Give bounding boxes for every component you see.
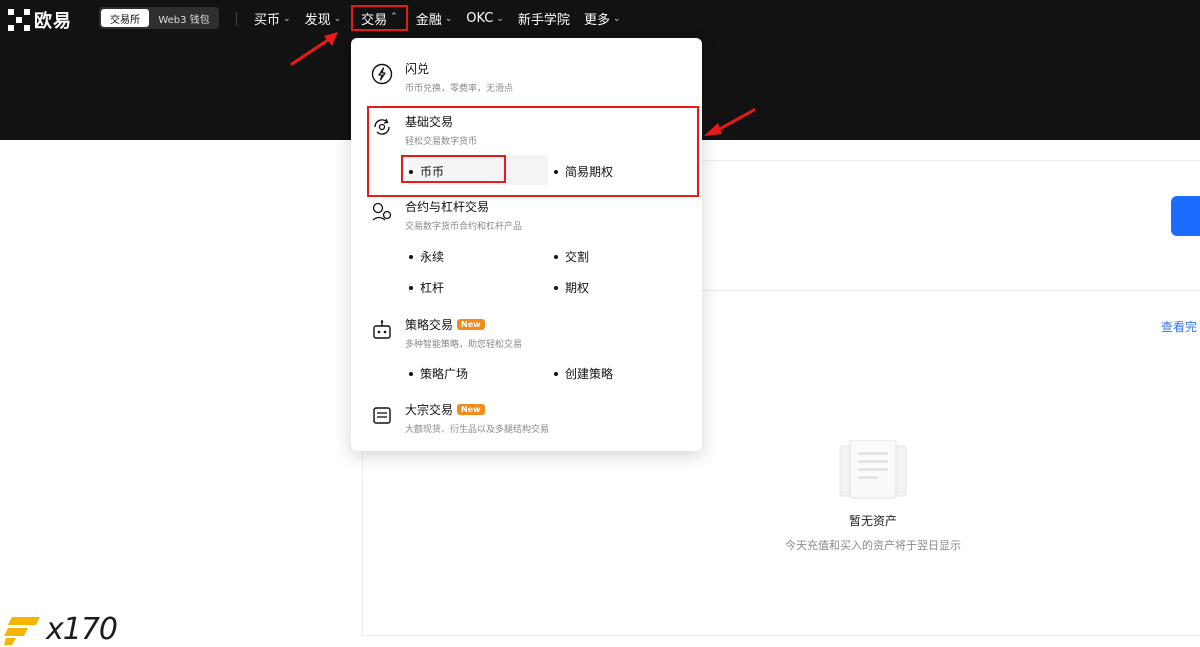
menu-item-label: 永续 [420,250,445,264]
section-desc: 交易数字货币合约和杠杆产品 [405,222,523,232]
new-badge: New [457,404,485,415]
trade-dropdown-menu: 闪兑 币币兑换，零费率，无滑点 基础交易 轻松交易数字货币 合约与杠杆交易 交易… [351,38,702,451]
watermark-logo-icon [4,616,40,645]
section-title: 策略交易 New [405,316,522,333]
nav-trade[interactable]: 交易 ⌃ [351,5,408,31]
nav-label: 金融 [415,12,442,28]
nav-finance[interactable]: 金融 ⌄ [416,0,453,36]
nav-label: 发现 [304,12,331,28]
chevron-down-icon: ⌄ [444,14,453,24]
empty-document-icon [839,440,907,499]
watermark: x170 [4,612,118,647]
watermark-text: x170 [46,612,118,647]
section-desc: 多种智能策略，助您轻松交易 [405,340,523,350]
menu-item-strategy-square[interactable]: 策略广场 [409,365,468,382]
empty-state-subtitle: 今天充值和买入的资产将于翌日显示 [785,539,961,552]
coins-scale-icon [372,202,392,221]
menu-item-label: 策略广场 [420,367,469,381]
menu-item-perpetual[interactable]: 永续 [409,248,444,265]
logo[interactable]: 欧易 [8,7,72,33]
product-switcher: 交易所 Web3 钱包 [99,7,219,29]
menu-item-label: 创建策略 [565,367,614,381]
nav-more[interactable]: 更多 ⌄ [584,0,621,36]
bullet [554,254,558,259]
section-title: 合约与杠杆交易 [405,200,490,214]
section-desc: 币币兑换，零费率，无滑点 [405,84,514,94]
menu-item-label: 杠杆 [420,281,445,295]
section-title: 闪兑 [405,62,430,76]
menu-item-create-strategy[interactable]: 创建策略 [554,365,613,382]
bullet [554,285,558,290]
bullet [409,254,413,259]
annotation-box-spot [401,155,506,183]
robot-icon [373,320,391,339]
section-title: 大宗交易 New [405,401,549,418]
primary-action-button[interactable] [1171,196,1200,236]
annotation-arrow-icon [290,32,338,66]
menu-section-strategy[interactable]: 策略交易 New 多种智能策略，助您轻松交易 [371,316,522,350]
chevron-up-icon: ⌃ [390,12,398,22]
chevron-down-icon: ⌄ [283,14,291,24]
menu-item-options[interactable]: 期权 [554,279,589,296]
web3-wallet-tab[interactable]: Web3 钱包 [151,9,217,27]
logo-text: 欧易 [34,11,72,32]
chevron-down-icon: ⌄ [612,14,621,24]
annotation-arrow-icon [704,108,756,136]
section-desc: 大额现货、衍生品以及多腿结构交易 [405,425,550,435]
bullet [409,371,413,376]
nav-label: 买币 [254,12,281,28]
nav-divider [236,12,237,26]
empty-state-title: 暂无资产 [848,514,897,528]
annotation-box-basic-trading [367,106,699,197]
menu-item-margin[interactable]: 杠杆 [409,279,444,296]
menu-section-block-trading[interactable]: 大宗交易 New 大额现货、衍生品以及多腿结构交易 [371,401,549,435]
nav-label: OKC [466,10,494,26]
new-badge: New [457,319,485,330]
okx-logo-icon [8,9,30,31]
menu-section-flash-swap[interactable]: 闪兑 币币兑换，零费率，无滑点 [371,60,513,94]
lightning-icon [371,63,393,85]
nav-label: 交易 [361,12,388,28]
nav-academy[interactable]: 新手学院 [518,0,570,36]
view-all-link[interactable]: 查看完 [1161,318,1197,335]
menu-section-contracts[interactable]: 合约与杠杆交易 交易数字货币合约和杠杆产品 [371,198,522,232]
block-trade-icon [373,407,391,424]
nav-label: 新手学院 [517,12,570,28]
bullet [554,371,558,376]
nav-buy-crypto[interactable]: 买币 ⌄ [254,0,291,36]
nav-okc[interactable]: OKC ⌄ [466,0,504,36]
top-nav: 欧易 交易所 Web3 钱包 买币 ⌄ 发现 ⌄ 交易 ⌃ 金融 ⌄ OKC ⌄ 新手学院… [0,0,1200,36]
menu-item-futures[interactable]: 交割 [554,248,589,265]
bullet [409,285,413,290]
nav-label: 更多 [583,12,610,28]
menu-item-label: 交割 [565,250,590,264]
section-title-text: 策略交易 [405,318,454,332]
exchange-tab[interactable]: 交易所 [101,9,149,27]
section-title-text: 大宗交易 [405,403,454,417]
menu-item-label: 期权 [565,281,590,295]
chevron-down-icon: ⌄ [496,14,504,24]
chevron-down-icon: ⌄ [333,14,342,24]
